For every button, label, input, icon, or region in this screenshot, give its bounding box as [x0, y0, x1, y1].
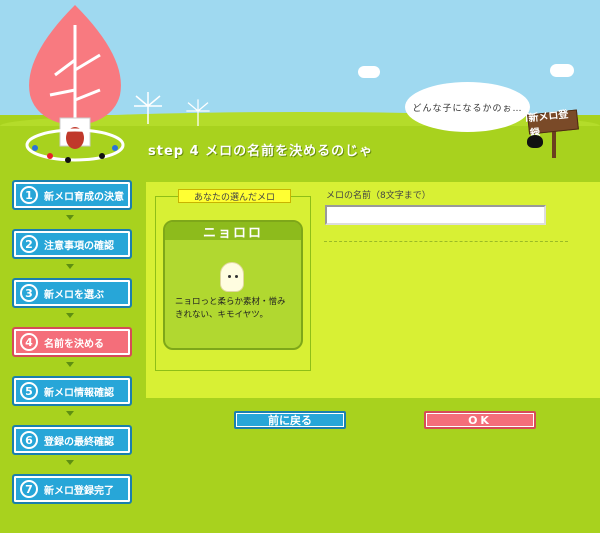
nav-label: 登録の最終確認 [44, 436, 114, 448]
step-number: 5 [20, 382, 38, 400]
nav-step-7[interactable]: 7 新メロ登録完了 [12, 474, 132, 504]
nav-arrow-icon [66, 313, 74, 318]
melo-description: ニョロっと柔らか素材・憎みきれない、キモイヤツ。 [175, 297, 286, 320]
nav-arrow-icon [66, 215, 74, 220]
nav-arrow-icon [66, 362, 74, 367]
step-number: 1 [20, 186, 38, 204]
mascot-icon [527, 135, 543, 148]
nav-step-5[interactable]: 5 新メロ情報確認 [12, 376, 132, 406]
nav-arrow-icon [66, 411, 74, 416]
nav-label: 注意事項の確認 [44, 240, 114, 252]
step-number: 4 [20, 333, 38, 351]
nav-label: 新メロ情報確認 [44, 387, 114, 399]
nav-label: 新メロを選ぶ [44, 289, 104, 301]
nav-step-3[interactable]: 3 新メロを選ぶ [12, 278, 132, 308]
melo-name-input[interactable] [325, 205, 546, 225]
tree-house-icon [25, 5, 125, 163]
dandelion-icon [186, 99, 210, 126]
step-title: step 4 メロの名前を決めるのじゃ [148, 144, 374, 159]
nav-step-4[interactable]: 4 名前を決める [12, 327, 132, 357]
nav-step-2[interactable]: 2 注意事項の確認 [12, 229, 132, 259]
nav-arrow-icon [66, 264, 74, 269]
step-number: 2 [20, 235, 38, 253]
ok-button[interactable]: OK [424, 411, 536, 429]
melo-name: ニョロロ [165, 222, 301, 241]
new-melo-sign: 新メロ登録 [527, 109, 579, 139]
speech-text: どんな子になるかのぉ… [412, 103, 523, 114]
nav-label: 新メロ登録完了 [44, 485, 114, 497]
cloud-icon [550, 64, 574, 77]
back-button[interactable]: 前に戻る [234, 411, 346, 429]
step-number: 6 [20, 431, 38, 449]
ghost-icon [220, 262, 244, 292]
nav-label: 名前を決める [44, 338, 104, 350]
step-number: 3 [20, 284, 38, 302]
speech-bubble: どんな子になるかのぉ… [405, 82, 538, 132]
name-field-label: メロの名前（8文字まで） [326, 191, 431, 201]
nav-label: 新メロ育成の決意 [44, 191, 124, 203]
nav-step-1[interactable]: 1 新メロ育成の決意 [12, 180, 132, 210]
step-number: 7 [20, 480, 38, 498]
nav-step-6[interactable]: 6 登録の最終確認 [12, 425, 132, 455]
melo-card: ニョロロ ニョロっと柔らか素材・憎みきれない、キモイヤツ。 [163, 220, 303, 350]
cloud-icon [358, 66, 380, 78]
divider [324, 241, 568, 242]
dandelion-icon [134, 92, 162, 124]
nav-arrow-icon [66, 460, 74, 465]
selected-melo-label: あなたの選んだメロ [178, 189, 291, 203]
